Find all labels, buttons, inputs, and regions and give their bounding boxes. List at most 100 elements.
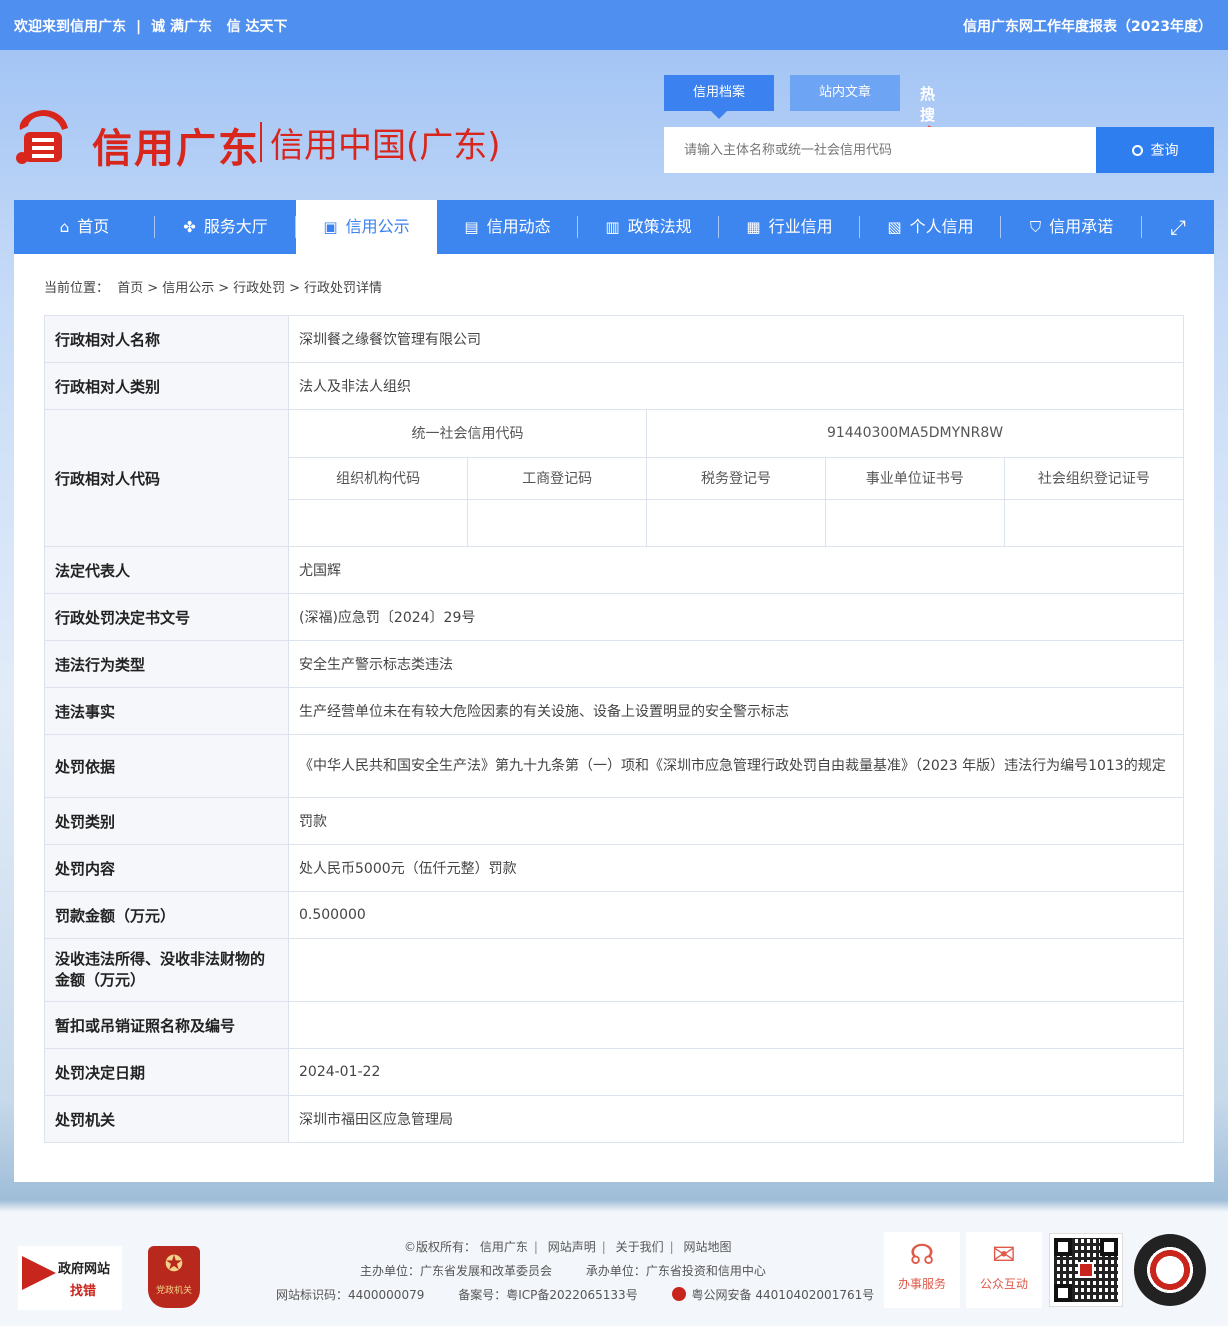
expand-button[interactable]: ⤢ [1142,200,1214,254]
briefcase-icon: ▣ [323,218,338,236]
divider: | [136,19,142,35]
breadcrumb-current: 行政处罚详情 [304,281,383,296]
penalty-authority: 深圳市福田区应急管理局 [288,1095,1184,1143]
inst-cert-value [824,498,1005,546]
field-label: 行政相对人名称 [44,315,289,363]
nav-item-industry-credit[interactable]: ▦ 行业信用 [719,200,860,254]
id-card-icon: ▧ [887,218,902,236]
welcome-label: 欢迎来到信用广东 [14,19,126,35]
footer-link-sitemap[interactable]: 网站地图 [684,1240,732,1254]
field-label: 处罚内容 [44,844,289,892]
nav-item-credit-publicity[interactable]: ▣ 信用公示 [296,200,437,254]
penalty-category: 罚款 [288,797,1184,845]
biz-reg-label: 工商登记码 [467,456,648,500]
clipboard-icon: ▥ [605,218,620,236]
public-interaction-button[interactable]: ✉ 公众互动 [966,1232,1042,1308]
icp-link[interactable]: 备案号：粤ICP备2022065133号 [458,1288,638,1302]
table-row: 处罚依据 《中华人民共和国安全生产法》第九十九条第（一）项和《深圳市应急管理行政… [44,734,1184,798]
table-row: 行政相对人类别 法人及非法人组织 [44,362,1184,410]
building-icon: ▦ [746,218,761,236]
nav-item-service-hall[interactable]: ✤ 服务大厅 [155,200,296,254]
table-row: 处罚内容 处人民币5000元（伍仟元整）罚款 [44,844,1184,892]
emblem-icon: ✪ [164,1252,184,1277]
nav-label: 信用动态 [486,217,551,236]
site-logo[interactable]: 信用广东 信用中国(广东) [14,104,504,176]
violation-facts: 生产经营单位未在有较大危险因素的有关设施、设备上设置明显的安全警示标志 [288,687,1184,735]
footer-links: ©版权所有： 信用广东 | 网站声明 | 关于我们 | 网站地图 [404,1240,732,1254]
police-record-link[interactable]: 粤公网安备 44010402001761号 [692,1288,875,1302]
annual-report-link[interactable]: 信用广东网工作年度报表（2023年度） [963,16,1212,36]
subject-type: 法人及非法人组织 [288,362,1184,410]
tab-credit-archive[interactable]: 信用档案 [664,75,774,119]
nav-item-policy[interactable]: ▥ 政策法规 [578,200,719,254]
gov-find-title: 政府网站 [58,1262,111,1277]
social-org-value [1003,498,1183,546]
penalty-content: 处人民币5000元（伍仟元整）罚款 [288,844,1184,892]
table-row: 行政相对人名称 深圳餐之缘餐饮管理有限公司 [44,315,1184,363]
tax-reg-value [646,498,826,546]
field-label: 暂扣或吊销证照名称及编号 [44,1001,289,1049]
gov-site-error-report[interactable]: 政府网站 找错 [18,1246,122,1310]
breadcrumb-credit-publicity[interactable]: 信用公示 [162,281,214,296]
table-row: 行政相对人代码 统一社会信用代码 91440300MA5DMYNR8W 组织机构… [44,409,1184,547]
hot-search-label: 热搜 [920,85,936,124]
nav-item-credit-news[interactable]: ▤ 信用动态 [437,200,578,254]
breadcrumb-home[interactable]: 首页 [117,281,143,296]
nav-item-credit-commitment[interactable]: ⛉ 信用承诺 [1001,200,1142,254]
search-button[interactable]: 查询 [1096,127,1214,173]
org-code-value [289,498,469,546]
flag-icon [22,1256,56,1290]
table-row: 处罚决定日期 2024-01-22 [44,1048,1184,1096]
footer-link-statement[interactable]: 网站声明 [548,1240,596,1254]
field-label: 处罚决定日期 [44,1048,289,1096]
breadcrumb-sep: > [289,281,301,296]
search-input[interactable] [664,127,1096,173]
table-row: 违法事实 生产经营单位未在有较大危险因素的有关设施、设备上设置明显的安全警示标志 [44,687,1184,735]
table-row: 没收违法所得、没收非法财物的金额（万元） [44,938,1184,1002]
field-label: 处罚机关 [44,1095,289,1143]
social-org-label: 社会组织登记证号 [1003,456,1183,500]
breadcrumb-sep: > [147,281,159,296]
slogan-2: 信 达天下 [226,19,288,35]
nav-label: 信用承诺 [1049,217,1114,236]
chat-icon: ✉ [992,1238,1016,1271]
slogan-1: 诚 满广东 [151,19,212,35]
footer-link-home[interactable]: 信用广东 [480,1240,528,1254]
field-label: 行政相对人类别 [44,362,289,410]
table-row: 违法行为类型 安全生产警示标志类违法 [44,640,1184,688]
copyright-label: ©版权所有： [404,1240,477,1254]
nav-label: 行业信用 [768,217,833,236]
biz-reg-value [467,498,648,546]
field-label: 法定代表人 [44,546,289,594]
fine-amount: 0.500000 [288,891,1184,939]
main-nav: ⌂ 首页 ✤ 服务大厅 ▣ 信用公示 ▤ 信用动态 ▥ 政策法规 ▦ 行业信用 ▧ 个人信用 … [14,200,1214,254]
service-button[interactable]: ☊ 办事服务 [884,1232,960,1308]
nav-item-personal-credit[interactable]: ▧ 个人信用 [860,200,1001,254]
nav-item-home[interactable]: ⌂ 首页 [14,200,155,254]
table-row: 法定代表人 尤国辉 [44,546,1184,594]
tab-site-articles[interactable]: 站内文章 [790,75,900,111]
legal-representative: 尤国辉 [288,546,1184,594]
nav-label: 个人信用 [909,217,974,236]
field-label: 违法行为类型 [44,640,289,688]
table-row: 处罚机关 深圳市福田区应急管理局 [44,1095,1184,1143]
mini-program-code-image [1134,1234,1206,1306]
site-id-text: 网站标识码：4400000079 [276,1288,425,1302]
logo-subtitle: 信用中国(广东) [270,126,501,166]
logo-name: 信用广东 [92,125,260,172]
breadcrumb-prefix: 当前位置： [44,281,110,296]
service-label: 办事服务 [897,1277,946,1291]
party-govt-badge[interactable]: ✪ 党政机关 [148,1246,200,1308]
breadcrumb-admin-penalty[interactable]: 行政处罚 [233,281,285,296]
confiscated-amount [288,938,1184,1002]
license-revoked [288,1001,1184,1049]
breadcrumb-sep: > [218,281,230,296]
expand-icon: ⤢ [1170,215,1186,239]
footer-link-about[interactable]: 关于我们 [616,1240,664,1254]
decision-date: 2024-01-22 [288,1048,1184,1096]
field-label: 没收违法所得、没收非法财物的金额（万元） [44,938,289,1002]
penalty-basis: 《中华人民共和国安全生产法》第九十九条第（一）项和《深圳市应急管理行政处罚自由裁… [288,734,1184,798]
table-row: 行政处罚决定书文号 (深福)应急罚〔2024〕29号 [44,593,1184,641]
logo-divider [260,122,262,162]
footer-sponsor-line: 主办单位：广东省发展和改革委员会 承办单位：广东省投资和信用中心 [360,1262,766,1279]
